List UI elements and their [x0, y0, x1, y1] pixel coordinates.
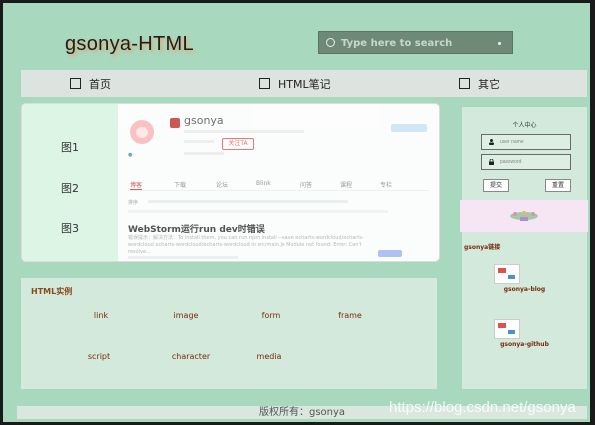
preview-button [378, 250, 402, 257]
search-icon [326, 38, 335, 47]
follow-button: 关注TA [222, 138, 254, 150]
user-center-title: 个人中心 [512, 122, 537, 129]
article-meta-line [128, 256, 238, 259]
example-form[interactable]: form [236, 311, 306, 320]
example-link[interactable]: link [66, 311, 136, 320]
reset-button[interactable]: 重置 [545, 179, 571, 192]
checkbox-icon [459, 78, 470, 89]
blog-thumbnail[interactable] [494, 264, 520, 284]
gallery-menu: 图1 图2 图3 [22, 104, 118, 261]
lock-icon [489, 159, 494, 165]
gallery-preview-image: gsonya 关注TA ● 博客 下载 论坛 Blink 问答 课程 专栏 排序… [118, 104, 439, 261]
watermark: https://blog.csdn.net/gsonya [389, 399, 576, 416]
sidebar: 个人中心 提交 重置 gsonya链接 gsonya-blog gsonya-g… [460, 107, 588, 389]
article-excerpt: 错误提示：解决方法：To install them, you can run n… [128, 235, 364, 255]
submit-button[interactable]: 提交 [483, 179, 509, 192]
nav-item-html-notes[interactable]: HTML笔记 [259, 70, 331, 97]
profile-name: gsonya [184, 114, 224, 127]
divider [128, 210, 388, 213]
image-gallery: 图1 图2 图3 gsonya 关注TA ● 博客 下载 论坛 Blink 问答… [21, 103, 440, 262]
blog-logo-icon [170, 118, 180, 128]
checkbox-icon [259, 78, 270, 89]
nav-item-label: 首页 [89, 77, 111, 91]
username-input[interactable] [500, 137, 566, 147]
html-examples-panel: HTML实例 link image form frame script char… [21, 278, 437, 389]
gallery-item-1[interactable]: 图1 [22, 139, 118, 155]
decorative-art-icon [510, 211, 538, 221]
example-image[interactable]: image [151, 311, 221, 320]
search-indicator-icon [498, 42, 501, 45]
search-input[interactable] [341, 35, 491, 51]
preview-tab: 问答 [300, 182, 313, 189]
tag-badge [391, 124, 427, 132]
link-github[interactable]: gsonya-github [462, 341, 587, 348]
sort-row: 排序 [128, 200, 139, 206]
nav-item-home[interactable]: 首页 [70, 70, 111, 97]
example-character[interactable]: character [156, 352, 226, 361]
example-frame[interactable]: frame [315, 311, 385, 320]
preview-tab: 专栏 [380, 182, 393, 189]
github-thumbnail[interactable] [494, 319, 520, 339]
profile-meta-line [184, 152, 224, 155]
avatar [130, 120, 154, 144]
search-bar[interactable] [318, 31, 513, 54]
nav-item-label: 其它 [478, 77, 500, 91]
user-icon [489, 139, 494, 145]
site-title: gsonya-HTML [65, 33, 194, 55]
decorative-banner [460, 200, 588, 232]
page: gsonya-HTML 首页 HTML笔记 其它 图1 图2 图3 gsonya [3, 3, 590, 422]
password-input[interactable] [500, 157, 566, 167]
profile-meta-line [184, 130, 304, 133]
preview-tabs: 博客 下载 论坛 Blink 问答 课程 专栏 [128, 178, 429, 191]
example-media[interactable]: media [234, 352, 304, 361]
gallery-item-2[interactable]: 图2 [22, 180, 118, 196]
nav-item-other[interactable]: 其它 [459, 70, 500, 97]
preview-tab: 下载 [174, 182, 187, 189]
preview-tab: 课程 [340, 182, 353, 189]
links-title: gsonya链接 [464, 244, 501, 251]
profile-link: ● [128, 152, 133, 158]
preview-tab: 论坛 [216, 182, 229, 189]
example-script[interactable]: script [64, 352, 134, 361]
article-title: WebStorm运行run dev时错误 [128, 225, 265, 235]
password-field[interactable] [481, 154, 571, 170]
link-blog[interactable]: gsonya-blog [462, 286, 587, 293]
username-field[interactable] [481, 134, 571, 150]
sort-row-line [148, 200, 348, 203]
preview-tab: Blink [256, 180, 271, 187]
top-nav: 首页 HTML笔记 其它 [21, 70, 587, 97]
checkbox-icon [70, 78, 81, 89]
nav-item-label: HTML笔记 [278, 77, 331, 91]
gallery-item-3[interactable]: 图3 [22, 220, 118, 236]
profile-meta-line [184, 140, 214, 143]
preview-tab: 博客 [130, 182, 143, 190]
examples-title: HTML实例 [31, 287, 73, 296]
